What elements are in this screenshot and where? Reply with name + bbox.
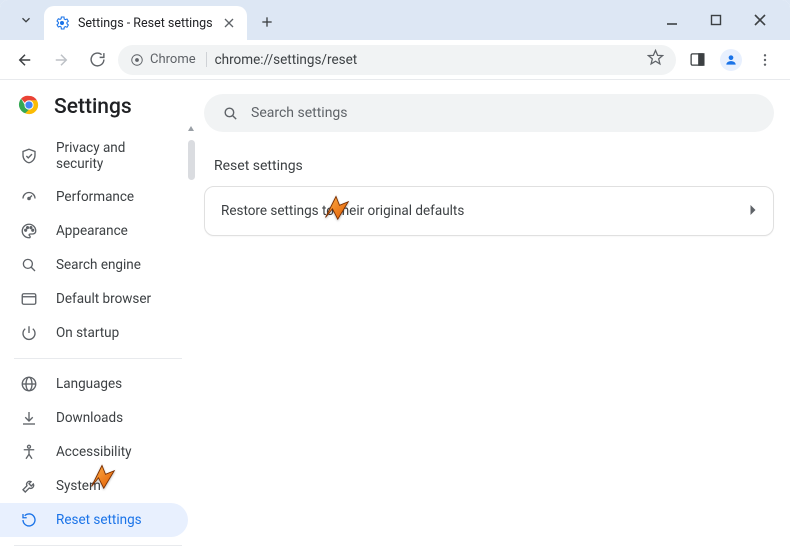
- search-placeholder-text: Search settings: [251, 105, 348, 121]
- address-url: chrome://settings/reset: [215, 52, 358, 68]
- tab-favicon-gear-icon: [54, 15, 70, 31]
- sidebar-item-label: On startup: [56, 325, 119, 341]
- sidebar-item-accessibility[interactable]: Accessibility: [0, 435, 188, 469]
- sidebar-item-search-engine[interactable]: Search engine: [0, 248, 188, 282]
- sidebar-divider: [14, 545, 182, 546]
- sidebar-item-label: System: [56, 478, 101, 494]
- window-controls: [648, 0, 784, 40]
- side-panel-icon[interactable]: [682, 45, 712, 75]
- address-bar[interactable]: Chrome chrome://settings/reset: [118, 45, 676, 75]
- sidebar-item-label: Reset settings: [56, 512, 142, 528]
- power-icon: [20, 324, 38, 342]
- sidebar-item-performance[interactable]: Performance: [0, 180, 188, 214]
- accessibility-icon: [20, 443, 38, 461]
- speedometer-icon: [20, 188, 38, 206]
- browser-toolbar: Chrome chrome://settings/reset: [0, 40, 790, 80]
- sidebar-scrollbar[interactable]: [186, 124, 196, 180]
- globe-icon: [20, 375, 38, 393]
- settings-sidebar: Settings Privacy and security Performanc…: [0, 80, 196, 553]
- reset-settings-card: Restore settings to their original defau…: [204, 186, 774, 236]
- sidebar-item-default-browser[interactable]: Default browser: [0, 282, 188, 316]
- tab-title: Settings - Reset settings: [78, 16, 213, 31]
- profile-avatar[interactable]: [720, 49, 742, 71]
- sidebar-item-label: Accessibility: [56, 444, 132, 460]
- section-title: Reset settings: [204, 142, 774, 186]
- sidebar-item-system[interactable]: System: [0, 469, 188, 503]
- sidebar-item-label: Search engine: [56, 257, 141, 273]
- sidebar-item-label: Default browser: [56, 291, 151, 307]
- browser-window-icon: [20, 290, 38, 308]
- sidebar-item-languages[interactable]: Languages: [0, 367, 188, 401]
- browser-menu-button[interactable]: [750, 45, 780, 75]
- reset-icon: [20, 511, 38, 529]
- download-icon: [20, 409, 38, 427]
- window-close-button[interactable]: [746, 6, 774, 34]
- search-icon: [20, 256, 38, 274]
- palette-icon: [20, 222, 38, 240]
- tab-close-button[interactable]: [221, 15, 237, 31]
- sidebar-item-label: Downloads: [56, 410, 123, 426]
- wrench-icon: [20, 477, 38, 495]
- settings-search-input[interactable]: Search settings: [204, 94, 774, 132]
- window-maximize-button[interactable]: [702, 6, 730, 34]
- sidebar-item-reset-settings[interactable]: Reset settings: [0, 503, 188, 537]
- settings-title: Settings: [54, 95, 132, 119]
- sidebar-item-on-startup[interactable]: On startup: [0, 316, 188, 350]
- sidebar-item-appearance[interactable]: Appearance: [0, 214, 188, 248]
- sidebar-item-privacy-security[interactable]: Privacy and security: [0, 132, 188, 180]
- sidebar-item-label: Appearance: [56, 223, 128, 239]
- browser-tab-active[interactable]: Settings - Reset settings: [44, 6, 247, 40]
- nav-forward-button[interactable]: [46, 45, 76, 75]
- nav-back-button[interactable]: [10, 45, 40, 75]
- sidebar-item-label: Performance: [56, 189, 134, 205]
- sidebar-divider: [14, 358, 182, 359]
- sidebar-item-label: Privacy and security: [56, 140, 176, 172]
- chevron-right-icon: [749, 203, 757, 219]
- restore-defaults-row[interactable]: Restore settings to their original defau…: [205, 187, 773, 235]
- site-chip-label: Chrome: [150, 52, 196, 67]
- new-tab-button[interactable]: [253, 8, 281, 36]
- search-icon: [222, 105, 239, 122]
- settings-main-panel: Search settings Reset settings Restore s…: [196, 80, 790, 553]
- site-chip[interactable]: Chrome: [130, 52, 207, 67]
- bookmark-star-icon[interactable]: [647, 49, 664, 70]
- window-minimize-button[interactable]: [658, 6, 686, 34]
- restore-defaults-label: Restore settings to their original defau…: [221, 203, 464, 219]
- shield-icon: [20, 147, 38, 165]
- sidebar-item-label: Languages: [56, 376, 122, 392]
- browser-tab-strip: Settings - Reset settings: [0, 0, 790, 40]
- sidebar-item-downloads[interactable]: Downloads: [0, 401, 188, 435]
- tab-search-button[interactable]: [12, 6, 40, 34]
- chrome-logo-icon: [18, 94, 40, 120]
- nav-reload-button[interactable]: [82, 45, 112, 75]
